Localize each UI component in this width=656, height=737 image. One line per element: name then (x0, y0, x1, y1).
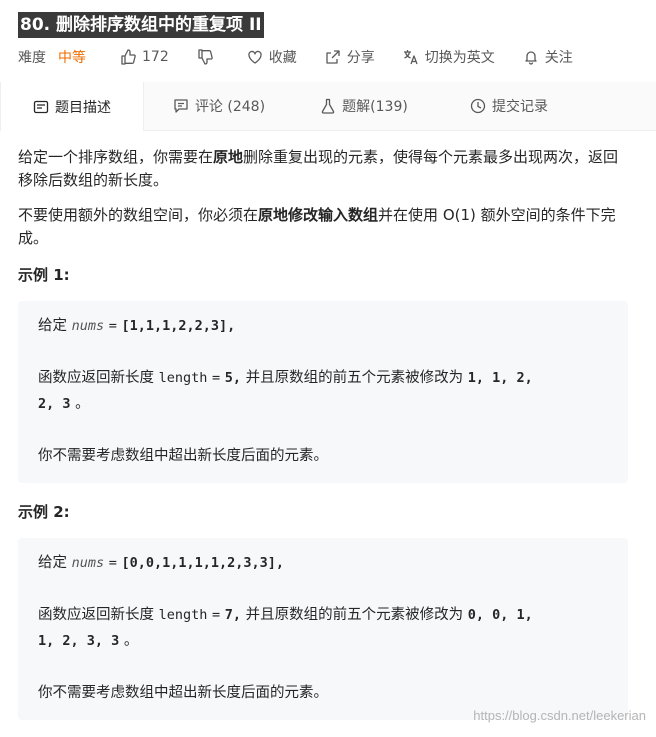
code-op: = (108, 555, 117, 571)
code-number: 7, (224, 607, 242, 623)
text: 并且原数组的前五个元素被修改为 (245, 370, 464, 386)
difficulty-label: 难度 (18, 50, 46, 66)
follow-label: 关注 (544, 50, 573, 66)
watermark: https://blog.csdn.net/leekerian (473, 708, 646, 723)
text: 给定 (38, 318, 67, 334)
thumbs-down-icon (198, 49, 213, 65)
tab-bar: 题目描述 评论 (248) 题解(139) 提交记录 (0, 82, 656, 131)
meta-bar: 难度 中等 172 收藏 分享 切换为英文 关注 (18, 46, 638, 68)
text: 。 (75, 396, 90, 412)
code-var: nums (71, 555, 105, 571)
code-var: length (158, 607, 208, 623)
code-line: 2, 3 。 (38, 391, 608, 417)
clock-icon (470, 98, 486, 114)
tab-label: 评论 (248) (194, 99, 266, 115)
example-title: 示例 2: (18, 503, 70, 521)
follow-button[interactable]: 关注 (523, 47, 573, 67)
code-line: 给定 nums = [1,1,1,2,2,3], (38, 313, 608, 339)
example-code-block: 给定 nums = [0,0,1,1,1,1,2,3,3], 函数应返回新长度 … (18, 538, 628, 720)
code-var: length (158, 370, 208, 386)
text: 你不需要考虑数组中超出新长度后面的元素。 (38, 685, 328, 701)
problem-content: 给定一个排序数组，你需要在原地删除重复出现的元素，使得每个元素最多出现两次，返回… (18, 146, 628, 720)
code-line: 函数应返回新长度 length = 5, 并且原数组的前五个元素被修改为 1, … (38, 365, 608, 391)
translate-icon (403, 50, 418, 65)
text: 给定 (38, 555, 67, 571)
tab-label: 题目描述 (55, 99, 111, 116)
highlight-text: 原地 (258, 206, 289, 224)
text: 并且原数组的前五个元素被修改为 (245, 607, 464, 623)
code-line: 你不需要考虑数组中超出新长度后面的元素。 (38, 680, 608, 706)
comment-icon (174, 99, 188, 113)
tab-solutions[interactable]: 题解(139) (294, 82, 434, 130)
example-code-block: 给定 nums = [1,1,1,2,2,3], 函数应返回新长度 length… (18, 301, 628, 483)
problem-page: 80. 删除排序数组中的重复项 II 难度 中等 172 收藏 分享 切换为英文… (0, 0, 656, 737)
code-op: = (108, 318, 117, 334)
description-paragraph-2: 不要使用额外的数组空间，你必须在原地修改输入数组并在使用 O(1) 额外空间的条… (18, 204, 628, 250)
code-values: 2, 3 (38, 396, 71, 412)
code-line: 你不需要考虑数组中超出新长度后面的元素。 (38, 443, 608, 469)
tab-submissions[interactable]: 提交记录 (434, 82, 584, 130)
flask-icon (321, 98, 335, 114)
like-count: 172 (142, 49, 169, 65)
favorite-button[interactable]: 收藏 (247, 47, 297, 67)
text: 给定一个排序数组，你需要在 (18, 148, 214, 166)
favorite-label: 收藏 (268, 50, 297, 66)
difficulty-value: 中等 (58, 50, 86, 66)
share-label: 分享 (346, 50, 375, 66)
share-button[interactable]: 分享 (325, 47, 375, 67)
switch-language-button[interactable]: 切换为英文 (403, 47, 495, 67)
text: 不要使用额外的数组空间，你必须在 (18, 206, 259, 224)
title-wrap: 80. 删除排序数组中的重复项 II (18, 12, 264, 38)
dislike-button[interactable] (197, 49, 219, 65)
switch-language-label: 切换为英文 (424, 50, 495, 66)
code-values: 1, 2, 3, 3 (38, 633, 120, 649)
tab-label: 题解(139) (342, 99, 408, 115)
tab-label: 提交记录 (492, 99, 548, 115)
code-var: nums (71, 318, 105, 334)
tab-comments[interactable]: 评论 (248) (144, 82, 294, 130)
example-title: 示例 1: (18, 266, 70, 284)
problem-title: 80. 删除排序数组中的重复项 II (18, 12, 264, 38)
thumbs-up-icon (121, 49, 136, 65)
heart-icon (248, 50, 262, 64)
highlight-text: 修改输入数组 (288, 206, 379, 224)
code-op: = (212, 607, 221, 623)
code-line: 1, 2, 3, 3 。 (38, 628, 608, 654)
tab-description[interactable]: 题目描述 (0, 82, 144, 131)
code-values: 1, 1, 2, (467, 370, 533, 386)
bell-icon (525, 51, 537, 65)
code-number: 5, (224, 370, 242, 386)
text: 。 (123, 633, 139, 649)
code-op: = (212, 370, 221, 386)
text: 函数应返回新长度 (38, 607, 154, 623)
code-line: 给定 nums = [0,0,1,1,1,1,2,3,3], (38, 550, 608, 576)
description-icon (33, 100, 49, 113)
share-icon (326, 50, 340, 64)
text: 你不需要考虑数组中超出新长度后面的元素。 (38, 448, 328, 464)
text: 函数应返回新长度 (38, 370, 154, 386)
like-button[interactable]: 172 (120, 49, 169, 65)
description-paragraph-1: 给定一个排序数组，你需要在原地删除重复出现的元素，使得每个元素最多出现两次，返回… (18, 146, 628, 192)
code-array: [0,0,1,1,1,1,2,3,3], (121, 555, 285, 571)
code-array: [1,1,1,2,2,3], (121, 318, 236, 334)
highlight-text: 原地 (213, 148, 244, 166)
code-values: 0, 0, 1, (467, 607, 533, 623)
code-line: 函数应返回新长度 length = 7, 并且原数组的前五个元素被修改为 0, … (38, 602, 608, 628)
